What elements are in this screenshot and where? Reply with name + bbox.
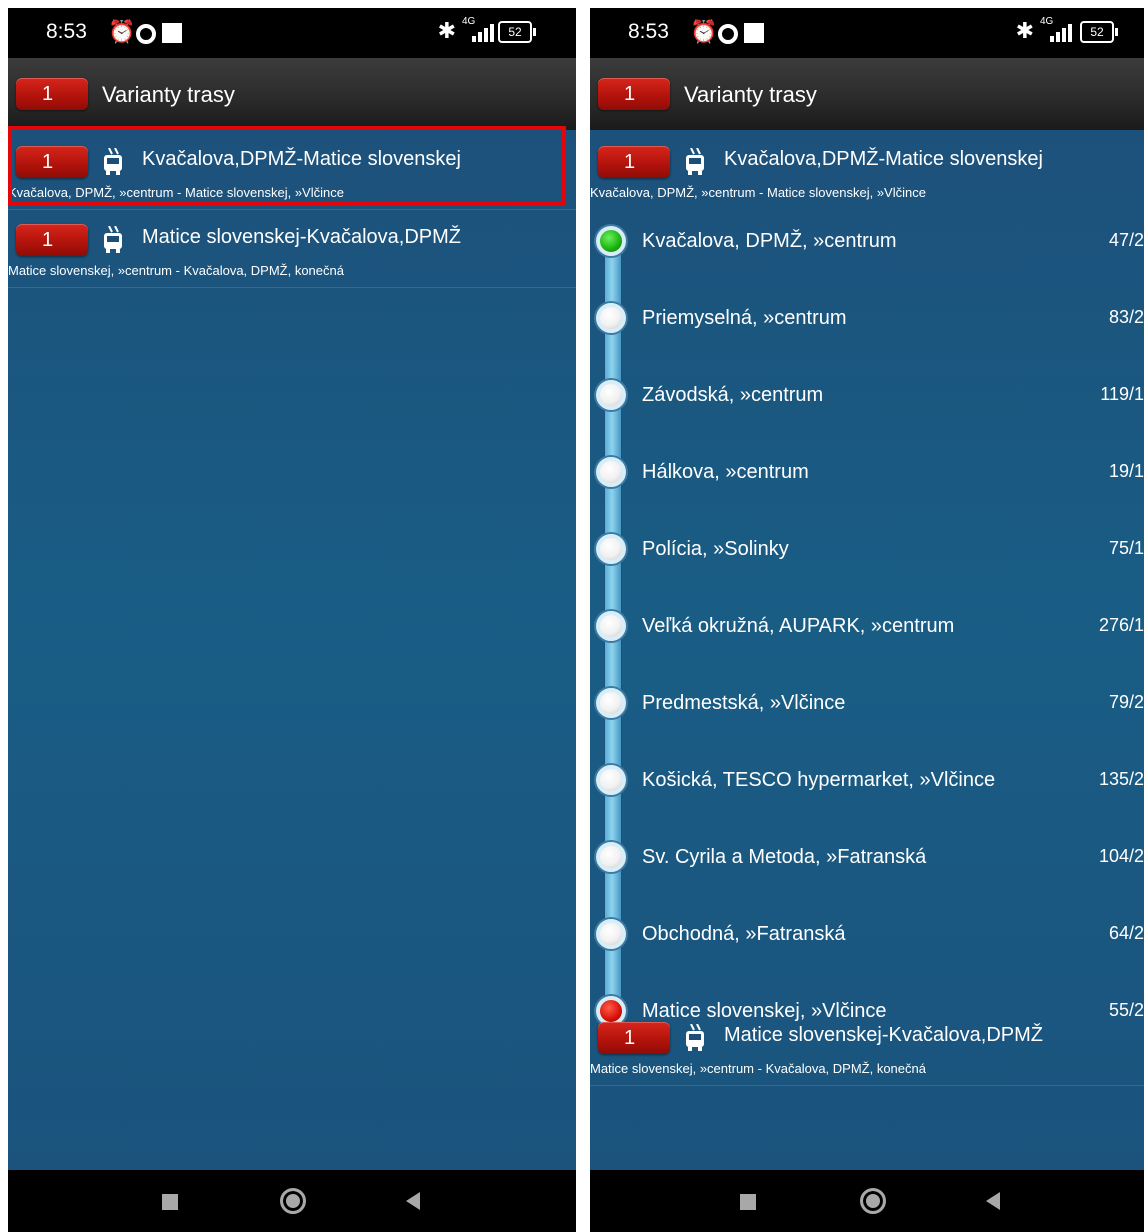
battery-icon: 52 xyxy=(1080,21,1118,43)
stop-name: Závodská, »centrum xyxy=(642,384,824,406)
stop-code: 64/2 xyxy=(1108,923,1144,943)
stop-code: 75/1 xyxy=(1108,538,1144,558)
route-variant-2[interactable]: 1 Matice slovenskej-Kvačalova,DPMŽ Matic… xyxy=(8,210,576,288)
divider xyxy=(8,287,576,288)
signal-icon: 4G xyxy=(462,16,496,46)
line-badge: 1 xyxy=(598,146,670,178)
home-button[interactable] xyxy=(860,1188,886,1214)
trolleybus-icon xyxy=(686,148,704,175)
line-badge[interactable]: 1 xyxy=(598,78,670,110)
navigation-bar xyxy=(8,1170,576,1232)
signal-icon: 4G xyxy=(1040,16,1074,46)
route-variant-1[interactable]: 1 Kvačalova,DPMŽ-Matice slovenskej Kvača… xyxy=(590,132,1144,210)
back-button[interactable] xyxy=(986,1192,1000,1210)
stop-code: 79/2 xyxy=(1108,692,1144,712)
header-bar: 1 Varianty trasy xyxy=(8,58,576,130)
stop-icon xyxy=(596,842,626,872)
bluetooth-icon: ✱ xyxy=(437,18,456,43)
stop-code: 135/2 xyxy=(1098,769,1144,789)
stop-item[interactable]: Závodská, »centrum 119/1 xyxy=(590,364,1144,441)
stop-item[interactable]: Košická, TESCO hypermarket, »Vlčince 135/… xyxy=(590,749,1144,826)
stop-icon xyxy=(596,534,626,564)
status-time: 8:53 xyxy=(46,20,87,43)
header-bar: 1 Varianty trasy xyxy=(590,58,1144,130)
route-subtitle: Kvačalova, DPMŽ, »centrum - Matice slove… xyxy=(590,185,926,200)
line-badge: 1 xyxy=(598,1022,670,1054)
stop-item[interactable]: Polícia, »Solinky 75/1 xyxy=(590,518,1144,595)
line-badge: 1 xyxy=(16,224,88,256)
divider xyxy=(590,1085,1144,1086)
stop-name: Hálkova, »centrum xyxy=(642,461,809,483)
stop-icon xyxy=(596,765,626,795)
selection-highlight xyxy=(8,126,566,206)
recent-apps-button[interactable] xyxy=(162,1194,178,1210)
stop-name: Obchodná, »Fatranská xyxy=(642,923,846,945)
route-subtitle: Matice slovenskej, »centrum - Kvačalova,… xyxy=(590,1061,926,1076)
stop-item[interactable]: Hálkova, »centrum 19/1 xyxy=(590,441,1144,518)
notification-ring-icon xyxy=(136,24,156,44)
stop-icon xyxy=(596,380,626,410)
page-title: Varianty trasy xyxy=(102,82,235,107)
stop-code: 276/1 xyxy=(1098,615,1144,635)
stop-name: Košická, TESCO hypermarket, »Vlčince xyxy=(642,769,996,791)
stop-item[interactable]: Predmestská, »Vlčince 79/2 xyxy=(590,672,1144,749)
notification-ring-icon xyxy=(718,24,738,44)
stop-code: 119/1 xyxy=(1100,384,1144,404)
stop-code: 47/2 xyxy=(1108,230,1144,250)
stop-item[interactable]: Priemyselná, »centrum 83/2 xyxy=(590,287,1144,364)
alarm-icon: ⏰ xyxy=(108,19,136,44)
notification-square-icon xyxy=(744,23,764,43)
alarm-icon: ⏰ xyxy=(690,19,718,44)
screen-left: 8:53 ⏰ ✱ 4G 52 1 Varianty trasy 1 Kvačal… xyxy=(8,8,576,1232)
trolleybus-icon xyxy=(104,226,122,253)
stop-icon xyxy=(596,457,626,487)
status-bar: 8:53 ⏰ ✱ 4G 52 xyxy=(8,8,576,58)
stop-icon xyxy=(596,303,626,333)
home-button[interactable] xyxy=(280,1188,306,1214)
route-title: Matice slovenskej-Kvačalova,DPMŽ xyxy=(724,1024,1043,1046)
stop-item[interactable]: Kvačalova, DPMŽ, »centrum 47/2 xyxy=(590,210,1144,287)
stop-name: Kvačalova, DPMŽ, »centrum xyxy=(642,230,897,252)
route-title: Matice slovenskej-Kvačalova,DPMŽ xyxy=(142,226,461,248)
status-bar: 8:53 ⏰ ✱ 4G 52 xyxy=(590,8,1144,58)
stop-name: Veľká okružná, AUPARK, »centrum xyxy=(642,615,955,637)
route-title: Kvačalova,DPMŽ-Matice slovenskej xyxy=(724,148,1043,170)
stop-code: 19/1 xyxy=(1108,461,1144,481)
back-button[interactable] xyxy=(406,1192,420,1210)
stop-code: 83/2 xyxy=(1108,307,1144,327)
screen-right: 8:53 ⏰ ✱ 4G 52 1 Varianty trasy 1 Kvačal… xyxy=(590,8,1144,1232)
line-badge[interactable]: 1 xyxy=(16,78,88,110)
stop-item[interactable]: Sv. Cyrila a Metoda, »Fatranská 104/2 xyxy=(590,826,1144,903)
stop-name: Predmestská, »Vlčince xyxy=(642,692,846,714)
stop-code: 104/2 xyxy=(1098,846,1144,866)
stop-icon xyxy=(596,611,626,641)
navigation-bar xyxy=(590,1170,1144,1232)
stop-item[interactable]: Obchodná, »Fatranská 64/2 xyxy=(590,903,1144,980)
network-type: 4G xyxy=(1040,16,1054,27)
start-stop-icon xyxy=(596,226,626,256)
notification-square-icon xyxy=(162,23,182,43)
trolleybus-icon xyxy=(686,1024,704,1051)
recent-apps-button[interactable] xyxy=(740,1194,756,1210)
route-variant-2[interactable]: 1 Matice slovenskej-Kvačalova,DPMŽ Matic… xyxy=(590,1008,1144,1086)
route-subtitle: Matice slovenskej, »centrum - Kvačalova,… xyxy=(8,263,344,278)
stop-item[interactable]: Veľká okružná, AUPARK, »centrum 276/1 xyxy=(590,595,1144,672)
status-time: 8:53 xyxy=(628,20,669,43)
page-title: Varianty trasy xyxy=(684,82,817,107)
stop-name: Polícia, »Solinky xyxy=(642,538,789,560)
network-type: 4G xyxy=(462,16,476,27)
stop-icon xyxy=(596,688,626,718)
stop-name: Sv. Cyrila a Metoda, »Fatranská xyxy=(642,846,927,868)
battery-icon: 52 xyxy=(498,21,536,43)
stop-icon xyxy=(596,919,626,949)
bluetooth-icon: ✱ xyxy=(1015,18,1034,43)
stop-name: Priemyselná, »centrum xyxy=(642,307,847,329)
